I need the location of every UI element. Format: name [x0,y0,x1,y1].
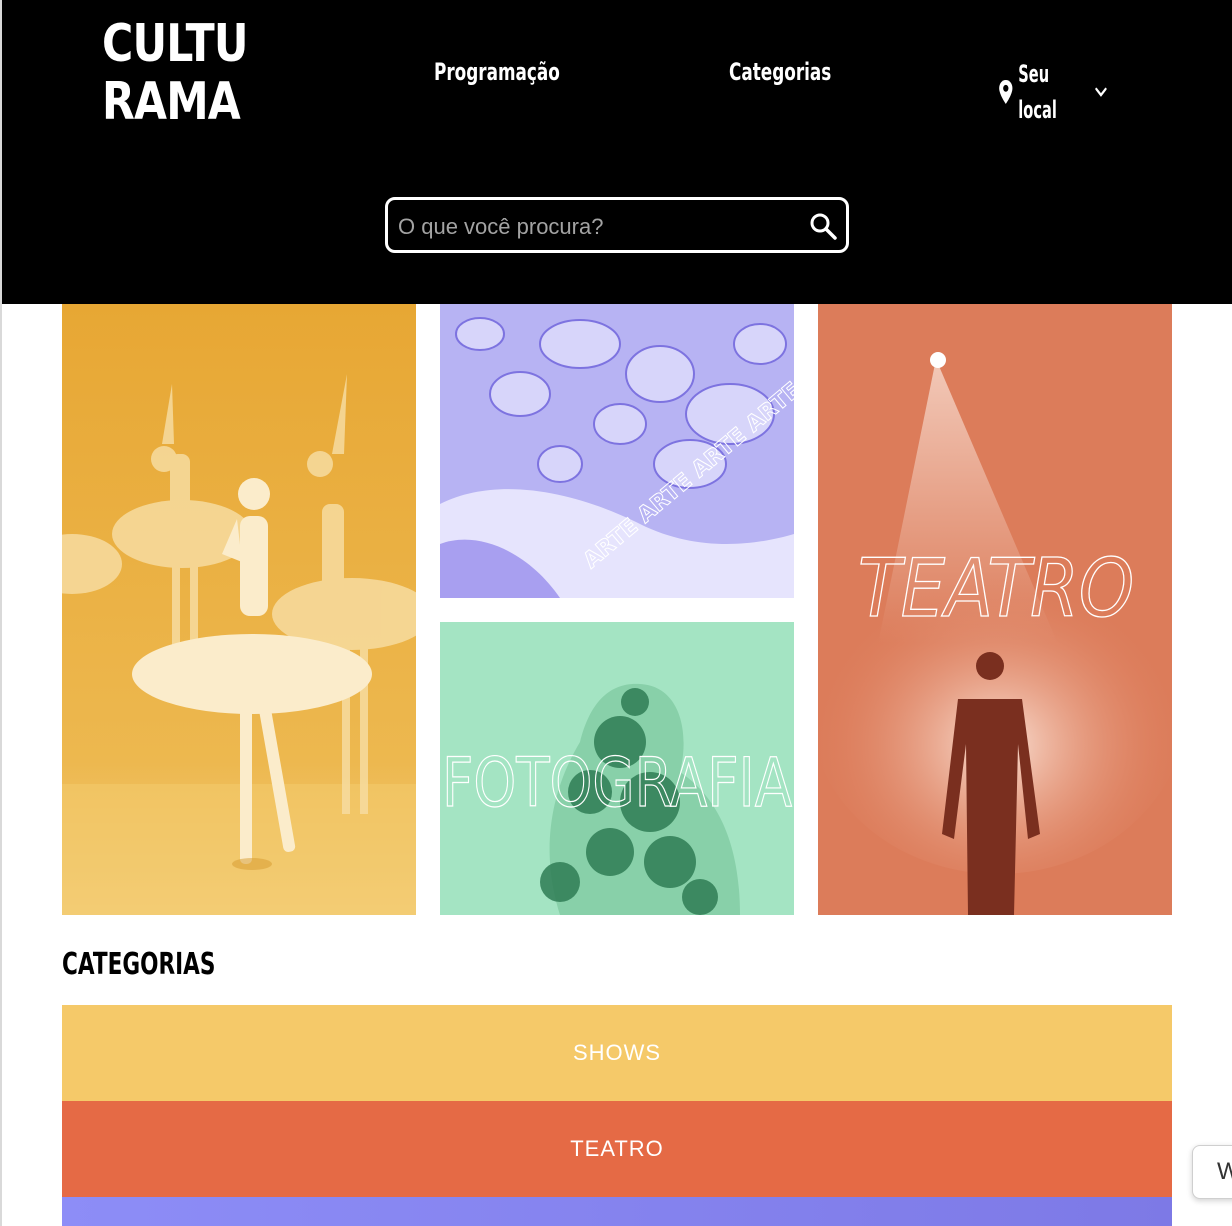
logo-line-1: CULTU [102,14,248,74]
arte-illustration: ARTE ARTE ARTE ARTE [440,304,794,598]
fotografia-image-tile[interactable]: FOTOGRAFIA [440,622,794,915]
ballet-image-tile[interactable] [62,304,416,915]
chevron-down-icon [1095,87,1107,97]
search-box [385,197,849,253]
fotografia-illustration: FOTOGRAFIA [440,622,794,915]
logo-line-2: RAMA [102,72,241,132]
fotografia-label: FOTOGRAFIA [442,744,792,823]
location-label: Seu local [1018,60,1057,124]
teatro-image-tile[interactable]: TEATRO [818,304,1172,915]
category-shows[interactable]: SHOWS [62,1005,1172,1101]
nav-programacao[interactable]: Programação [434,54,560,90]
culturama-logo[interactable]: CULTU RAMA [102,14,272,134]
search-input[interactable] [396,210,800,244]
category-teatro-label: TEATRO [570,1136,664,1161]
location-pin-icon [999,80,1013,104]
search-icon[interactable] [809,212,837,240]
floating-widget-label: W [1217,1158,1232,1185]
nav-categorias[interactable]: Categorias [729,54,831,90]
teatro-illustration: TEATRO [818,304,1172,915]
site-header: CULTU RAMA Programação Categorias Seu lo… [2,0,1232,304]
location-dropdown[interactable]: Seu local [998,56,1107,128]
category-shows-label: SHOWS [572,1040,662,1065]
categories-title: CATEGORIAS [62,947,216,982]
teatro-label: TEATRO [858,542,1134,635]
category-teatro[interactable]: TEATRO [62,1101,1172,1197]
ballet-illustration [62,304,416,915]
arte-image-tile[interactable]: ARTE ARTE ARTE ARTE [440,304,794,598]
floating-widget-button[interactable]: W [1192,1145,1232,1199]
category-third[interactable] [62,1197,1172,1226]
